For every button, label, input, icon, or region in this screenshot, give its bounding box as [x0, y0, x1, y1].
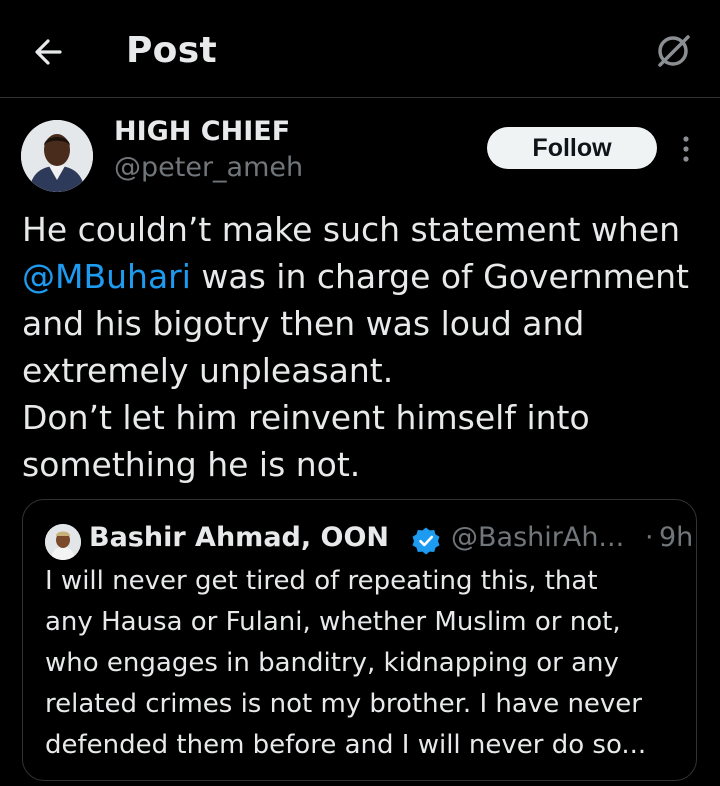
grok-button[interactable] — [652, 30, 694, 72]
top-bar: Post — [0, 0, 720, 98]
quoted-post-header: Bashir Ahmad, OON @BashirAh... · 9h — [45, 518, 693, 560]
quoted-text-line: defended them before and I will never do… — [45, 730, 647, 760]
post-body: He couldn’t make such statement when @MB… — [22, 206, 712, 488]
post-text-line: and his bigotry then was loud and — [22, 304, 585, 343]
post-text-line: Don’t let him reinvent himself into — [22, 398, 590, 437]
grok-icon — [658, 35, 690, 67]
avatar-image — [21, 120, 93, 192]
quoted-display-name[interactable]: Bashir Ahmad, OON — [89, 522, 389, 553]
back-button[interactable] — [30, 32, 70, 72]
author-handle[interactable]: @peter_ameh — [114, 152, 303, 183]
avatar[interactable] — [21, 120, 93, 192]
quoted-text-line: any Hausa or Fulani, whether Muslim or n… — [45, 607, 621, 637]
quoted-avatar[interactable] — [45, 524, 81, 560]
post-text-line: He couldn’t make such statement when — [22, 210, 681, 249]
post-text-line: extremely unpleasant. — [22, 351, 394, 390]
verified-badge — [411, 526, 441, 556]
more-vertical-icon — [683, 136, 689, 162]
quoted-text-line: related crimes is not my brother. I have… — [45, 689, 642, 719]
post-text-line: @MBuhari was in charge of Government — [22, 253, 712, 300]
post-text-fragment: was in charge of Government — [190, 257, 689, 296]
header-separator: · — [645, 522, 654, 553]
more-options-button[interactable] — [676, 134, 696, 164]
quoted-avatar-image — [45, 524, 81, 560]
quoted-text-line: who engages in banditry, kidnapping or a… — [45, 648, 619, 678]
verified-badge-icon — [412, 527, 440, 555]
follow-button[interactable]: Follow — [487, 127, 657, 169]
quoted-handle[interactable]: @BashirAh... — [451, 522, 624, 553]
post-author: HIGH CHIEF @peter_ameh Follow — [0, 98, 720, 198]
quoted-text-line: I will never get tired of repeating this… — [45, 566, 598, 596]
mention-link[interactable]: @MBuhari — [22, 257, 191, 296]
author-display-name[interactable]: HIGH CHIEF — [114, 116, 290, 147]
quoted-post-body: I will never get tired of repeating this… — [45, 561, 685, 766]
quoted-timestamp[interactable]: 9h — [659, 522, 693, 553]
post-text-line: something he is not. — [22, 445, 361, 484]
back-arrow-icon — [35, 39, 62, 65]
quoted-post-card[interactable]: Bashir Ahmad, OON @BashirAh... · 9h I wi… — [22, 499, 697, 781]
page-title: Post — [126, 30, 217, 71]
